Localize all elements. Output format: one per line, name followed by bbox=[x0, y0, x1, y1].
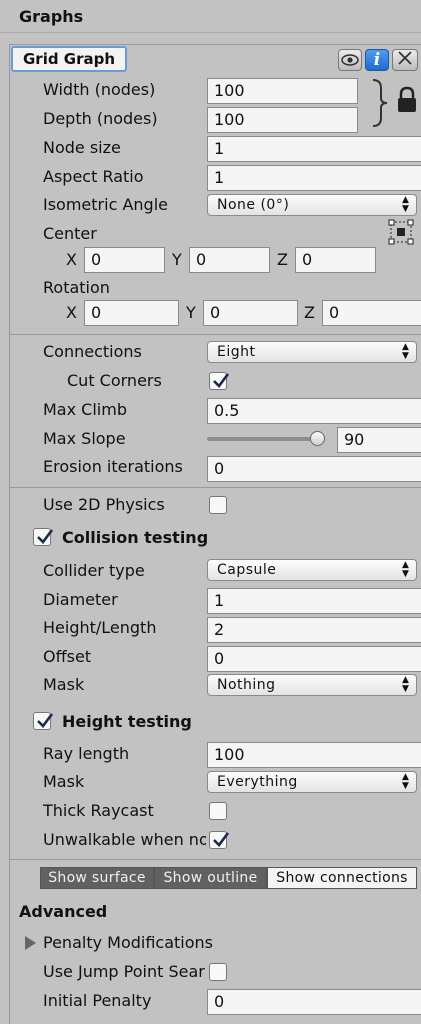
rotation-z-label: Z bbox=[304, 303, 315, 322]
collider-type-dropdown[interactable]: Capsule ▲ ▼ bbox=[207, 559, 417, 581]
collision-mask-label: Mask bbox=[43, 675, 85, 694]
center-z-label: Z bbox=[277, 250, 288, 269]
use-2d-physics-label: Use 2D Physics bbox=[43, 495, 165, 514]
unwalkable-checkbox[interactable] bbox=[209, 831, 230, 849]
show-surface-button[interactable]: Show surface bbox=[40, 867, 154, 889]
use-2d-physics-checkbox[interactable] bbox=[209, 496, 227, 514]
node-size-field[interactable]: 1 bbox=[207, 136, 421, 162]
remove-graph-button[interactable] bbox=[392, 49, 418, 71]
visibility-toggle-button[interactable] bbox=[338, 49, 362, 71]
depth-field[interactable]: 100 bbox=[207, 107, 358, 133]
center-x-field[interactable]: 0 bbox=[84, 247, 165, 273]
snap-size-icon[interactable] bbox=[388, 219, 414, 245]
diameter-label: Diameter bbox=[43, 590, 118, 609]
height-mask-dropdown[interactable]: Everything ▲ ▼ bbox=[207, 771, 417, 793]
initial-penalty-label: Initial Penalty bbox=[43, 991, 152, 1010]
ray-length-field[interactable]: 100 bbox=[207, 742, 421, 768]
collision-mask-value: Nothing bbox=[217, 677, 276, 693]
checkmark-icon bbox=[213, 373, 230, 388]
eye-icon bbox=[341, 51, 359, 70]
window-title: Graphs bbox=[0, 0, 421, 33]
depth-label: Depth (nodes) bbox=[43, 109, 158, 128]
section-divider bbox=[9, 859, 421, 860]
brace-icon bbox=[369, 78, 389, 132]
max-slope-label: Max Slope bbox=[43, 429, 126, 448]
initial-penalty-field[interactable]: 0 bbox=[207, 989, 421, 1015]
triangle-right-icon[interactable] bbox=[23, 935, 37, 951]
erosion-iterations-label: Erosion iterations bbox=[43, 457, 183, 476]
center-label: Center bbox=[43, 224, 97, 243]
jump-point-search-checkbox[interactable] bbox=[209, 963, 227, 981]
height-testing-header: Height testing bbox=[62, 712, 192, 731]
info-icon: i bbox=[373, 50, 381, 70]
width-field[interactable]: 100 bbox=[207, 78, 358, 104]
rotation-y-field[interactable]: 0 bbox=[203, 300, 298, 326]
offset-label: Offset bbox=[43, 647, 92, 666]
node-size-label: Node size bbox=[43, 138, 121, 157]
max-climb-label: Max Climb bbox=[43, 400, 127, 419]
connections-label: Connections bbox=[43, 342, 142, 361]
center-x-label: X bbox=[66, 250, 77, 269]
erosion-iterations-field[interactable]: 0 bbox=[207, 456, 421, 482]
collision-mask-dropdown[interactable]: Nothing ▲ ▼ bbox=[207, 674, 417, 696]
lock-icon[interactable] bbox=[396, 86, 418, 118]
connections-dropdown[interactable]: Eight ▲ ▼ bbox=[207, 341, 417, 363]
section-divider bbox=[9, 487, 421, 488]
chevron-updown-icon: ▲ ▼ bbox=[402, 675, 410, 694]
height-mask-value: Everything bbox=[217, 774, 298, 790]
jump-point-search-label: Use Jump Point Search bbox=[43, 962, 205, 981]
checkmark-icon bbox=[213, 832, 230, 847]
cut-corners-label: Cut Corners bbox=[67, 371, 162, 390]
collider-type-label: Collider type bbox=[43, 561, 145, 580]
show-outline-button[interactable]: Show outline bbox=[154, 867, 267, 889]
checkmark-icon bbox=[37, 529, 54, 544]
info-toggle-button[interactable]: i bbox=[365, 49, 389, 71]
chevron-updown-icon: ▲ ▼ bbox=[402, 772, 410, 791]
chevron-updown-icon: ▲ ▼ bbox=[402, 342, 410, 361]
rotation-label: Rotation bbox=[43, 278, 110, 297]
show-connections-button[interactable]: Show connections bbox=[267, 867, 417, 889]
rotation-y-label: Y bbox=[186, 303, 196, 322]
section-divider bbox=[9, 334, 421, 335]
connections-value: Eight bbox=[217, 344, 256, 360]
advanced-header: Advanced bbox=[19, 902, 108, 921]
aspect-ratio-field[interactable]: 1 bbox=[207, 165, 421, 191]
collider-type-value: Capsule bbox=[217, 562, 277, 578]
ray-length-label: Ray length bbox=[43, 744, 130, 763]
aspect-ratio-label: Aspect Ratio bbox=[43, 167, 144, 186]
rotation-x-field[interactable]: 0 bbox=[84, 300, 179, 326]
diameter-field[interactable]: 1 bbox=[207, 588, 421, 614]
rotation-x-label: X bbox=[66, 303, 77, 322]
thick-raycast-label: Thick Raycast bbox=[43, 801, 154, 820]
unwalkable-label: Unwalkable when no ground bbox=[43, 830, 206, 849]
graph-name-field[interactable]: Grid Graph bbox=[11, 46, 127, 72]
max-slope-slider[interactable] bbox=[207, 431, 325, 446]
isometric-angle-value: None (0°) bbox=[217, 197, 290, 213]
checkmark-icon bbox=[37, 713, 54, 728]
height-mask-label: Mask bbox=[43, 772, 85, 791]
isometric-angle-label: Isometric Angle bbox=[43, 195, 168, 214]
slider-track bbox=[207, 437, 325, 441]
chevron-updown-icon: ▲ ▼ bbox=[402, 195, 410, 214]
chevron-updown-icon: ▲ ▼ bbox=[402, 560, 410, 579]
slider-thumb[interactable] bbox=[310, 431, 325, 446]
center-y-field[interactable]: 0 bbox=[189, 247, 270, 273]
height-length-field[interactable]: 2 bbox=[207, 617, 421, 643]
isometric-angle-dropdown[interactable]: None (0°) ▲ ▼ bbox=[207, 194, 417, 216]
offset-field[interactable]: 0 bbox=[207, 646, 421, 672]
thick-raycast-checkbox[interactable] bbox=[209, 802, 227, 820]
max-climb-field[interactable]: 0.5 bbox=[207, 398, 421, 424]
height-testing-checkbox[interactable] bbox=[33, 712, 54, 730]
collision-testing-header: Collision testing bbox=[62, 528, 209, 547]
center-z-field[interactable]: 0 bbox=[295, 247, 376, 273]
rotation-z-field[interactable]: 0 bbox=[322, 300, 421, 326]
penalty-modifications-foldout[interactable]: Penalty Modifications bbox=[43, 929, 213, 957]
collision-testing-checkbox[interactable] bbox=[33, 528, 54, 546]
width-label: Width (nodes) bbox=[43, 80, 156, 99]
max-slope-field[interactable]: 90 bbox=[337, 427, 421, 453]
center-y-label: Y bbox=[172, 250, 182, 269]
height-length-label: Height/Length bbox=[43, 618, 157, 637]
close-icon bbox=[397, 50, 413, 70]
cut-corners-checkbox[interactable] bbox=[209, 372, 230, 390]
